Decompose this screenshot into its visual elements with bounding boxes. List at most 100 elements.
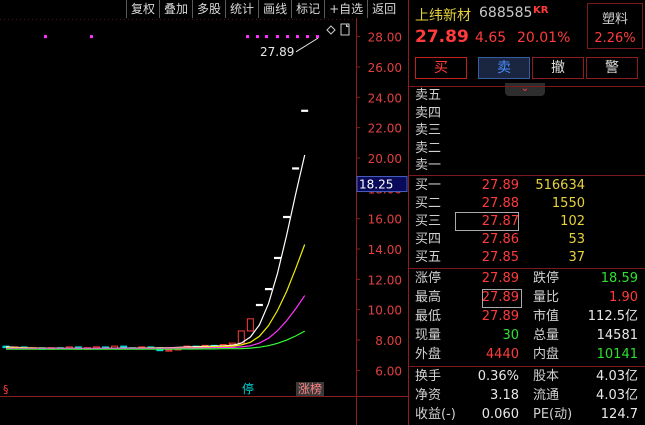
kr-badge: KR xyxy=(533,5,549,16)
bid-row[interactable]: 买五 27.85 37 xyxy=(409,249,645,267)
kline-chart[interactable]: 28.0026.0024.0022.0020.0018.0016.0014.00… xyxy=(0,0,408,425)
bid-volume: 37 xyxy=(568,250,585,265)
fundamental-row[interactable]: 净资 3.18 流通 4.03亿 xyxy=(409,387,645,405)
price-alert-button[interactable]: 警 xyxy=(586,57,638,79)
stat-row[interactable]: 涨停 27.89 跌停 18.59 xyxy=(409,270,645,288)
ask-label: 卖三 xyxy=(415,123,442,138)
ask-label: 卖一 xyxy=(415,158,442,173)
sell-button[interactable]: 卖 xyxy=(478,57,530,79)
industry-name: 塑料 xyxy=(601,12,628,27)
limit-up-dot xyxy=(316,35,319,39)
candle xyxy=(283,215,291,219)
stat-value: 4440 xyxy=(485,347,519,362)
fundamental-row[interactable]: 收益(-) 0.060 PE(动) 124.7 xyxy=(409,406,645,424)
bid-label: 买四 xyxy=(415,232,442,247)
bid-row[interactable]: 买二 27.88 1550 xyxy=(409,195,645,213)
bid-label: 买二 xyxy=(415,196,442,211)
fundamental-value: 0.060 xyxy=(481,407,519,422)
toolbar-button[interactable]: 标记 xyxy=(291,0,325,18)
section-marker: § xyxy=(3,383,9,396)
ma-line-ma5 xyxy=(5,154,306,350)
bid-price: 27.88 xyxy=(481,196,519,211)
ask-label: 卖四 xyxy=(415,105,442,121)
bid-row[interactable]: 买一 27.89 516634 xyxy=(409,177,645,195)
industry-box[interactable]: 塑料 2.26% xyxy=(587,3,643,49)
candle xyxy=(274,256,281,260)
fundamental-value: 4.03亿 xyxy=(596,388,638,403)
ask-row[interactable]: 卖一 xyxy=(409,157,645,175)
toolbar-button[interactable]: 叠加 xyxy=(159,0,193,18)
bid-label: 买一 xyxy=(415,178,442,193)
toolbar-button[interactable]: 返回 xyxy=(367,0,401,18)
stat-label: 跌停 xyxy=(533,271,560,286)
stat-label: 市值 xyxy=(533,309,560,324)
ma-line-ma20 xyxy=(6,295,306,349)
stat-row[interactable]: 外盘 4440 内盘 10141 xyxy=(409,346,645,364)
y-tick-label: 24.00 xyxy=(368,91,402,105)
cancel-order-button[interactable]: 撤 xyxy=(532,57,584,79)
current-price-label: 18.25 xyxy=(359,178,393,192)
candle xyxy=(264,287,272,291)
ask-row[interactable]: 卖五 xyxy=(409,87,645,105)
toolbar-button[interactable]: 复权 xyxy=(126,0,160,18)
bid-label: 买三 xyxy=(415,214,442,229)
toolbar-button[interactable]: 画线 xyxy=(258,0,292,18)
stat-value: 14581 xyxy=(596,328,638,343)
bid-volume: 102 xyxy=(560,214,585,229)
stat-label: 内盘 xyxy=(533,347,560,362)
stat-value: 27.89 xyxy=(481,309,519,324)
fundamental-label: 股本 xyxy=(533,369,560,384)
limit-up-dot xyxy=(90,35,93,39)
stat-value: 18.59 xyxy=(600,271,638,286)
bid-volume: 516634 xyxy=(535,178,585,193)
fundamental-value: 3.18 xyxy=(490,388,519,403)
bid-volume: 53 xyxy=(568,232,585,247)
diamond-icon[interactable] xyxy=(326,25,336,35)
highlight-outline xyxy=(482,289,522,308)
candle xyxy=(255,303,263,307)
industry-change-pct: 2.26% xyxy=(594,31,636,46)
stat-label: 最高 xyxy=(415,290,442,305)
y-tick-label: 28.00 xyxy=(368,31,402,45)
bid-label: 买五 xyxy=(415,250,442,265)
limit-up-dot xyxy=(286,35,289,39)
high-price-annotation: 27.89 xyxy=(260,45,294,59)
rank-tag[interactable]: 涨榜 xyxy=(298,381,322,396)
buy-button[interactable]: 买 xyxy=(415,57,467,79)
ma-line-ma60 xyxy=(6,330,305,350)
bid-row[interactable]: 买三 27.87 102 xyxy=(409,213,645,231)
divider xyxy=(409,268,645,269)
fundamental-label: 净资 xyxy=(415,388,442,403)
fundamental-row[interactable]: 换手 0.36% 股本 4.03亿 xyxy=(409,368,645,386)
bid-price: 27.86 xyxy=(481,232,519,247)
limit-up-dot xyxy=(265,35,268,39)
halt-tag[interactable]: 停 xyxy=(242,381,254,396)
page-icon[interactable] xyxy=(340,23,350,36)
stat-row[interactable]: 现量 30 总量 14581 xyxy=(409,327,645,345)
y-tick-label: 26.00 xyxy=(368,61,402,75)
divider xyxy=(409,366,645,367)
stat-row[interactable]: 最高 27.89 量比 1.90 xyxy=(409,289,645,307)
stat-value: 10141 xyxy=(596,347,638,362)
stat-row[interactable]: 最低 27.89 市值 112.5亿 xyxy=(409,308,645,326)
toolbar-button[interactable]: +自选 xyxy=(324,0,368,18)
fundamental-label: 换手 xyxy=(415,369,442,384)
ask-row[interactable]: 卖三 xyxy=(409,122,645,140)
quote-panel: 上纬新材 688585 KR 塑料 2.26% 27.89 4.65 20.01… xyxy=(408,0,645,425)
toolbar-button[interactable]: 统计 xyxy=(225,0,259,18)
stat-label: 量比 xyxy=(533,290,560,305)
kline-chart-area[interactable]: 28.0026.0024.0022.0020.0018.0016.0014.00… xyxy=(0,0,408,425)
y-tick-label: 10.00 xyxy=(368,304,402,318)
bid-row[interactable]: 买四 27.86 53 xyxy=(409,231,645,249)
fundamental-label: PE(动) xyxy=(533,407,573,422)
ask-row[interactable]: 卖二 xyxy=(409,140,645,158)
candle xyxy=(292,167,300,170)
y-tick-label: 8.00 xyxy=(375,334,402,348)
stat-value: 27.89 xyxy=(481,271,519,286)
stock-name[interactable]: 上纬新材 xyxy=(415,5,471,25)
ask-label: 卖二 xyxy=(415,140,442,156)
ask-row[interactable]: 卖四 xyxy=(409,105,645,123)
stat-value: 1.90 xyxy=(609,290,638,305)
toolbar-button[interactable]: 多股 xyxy=(192,0,226,18)
divider xyxy=(409,175,645,176)
